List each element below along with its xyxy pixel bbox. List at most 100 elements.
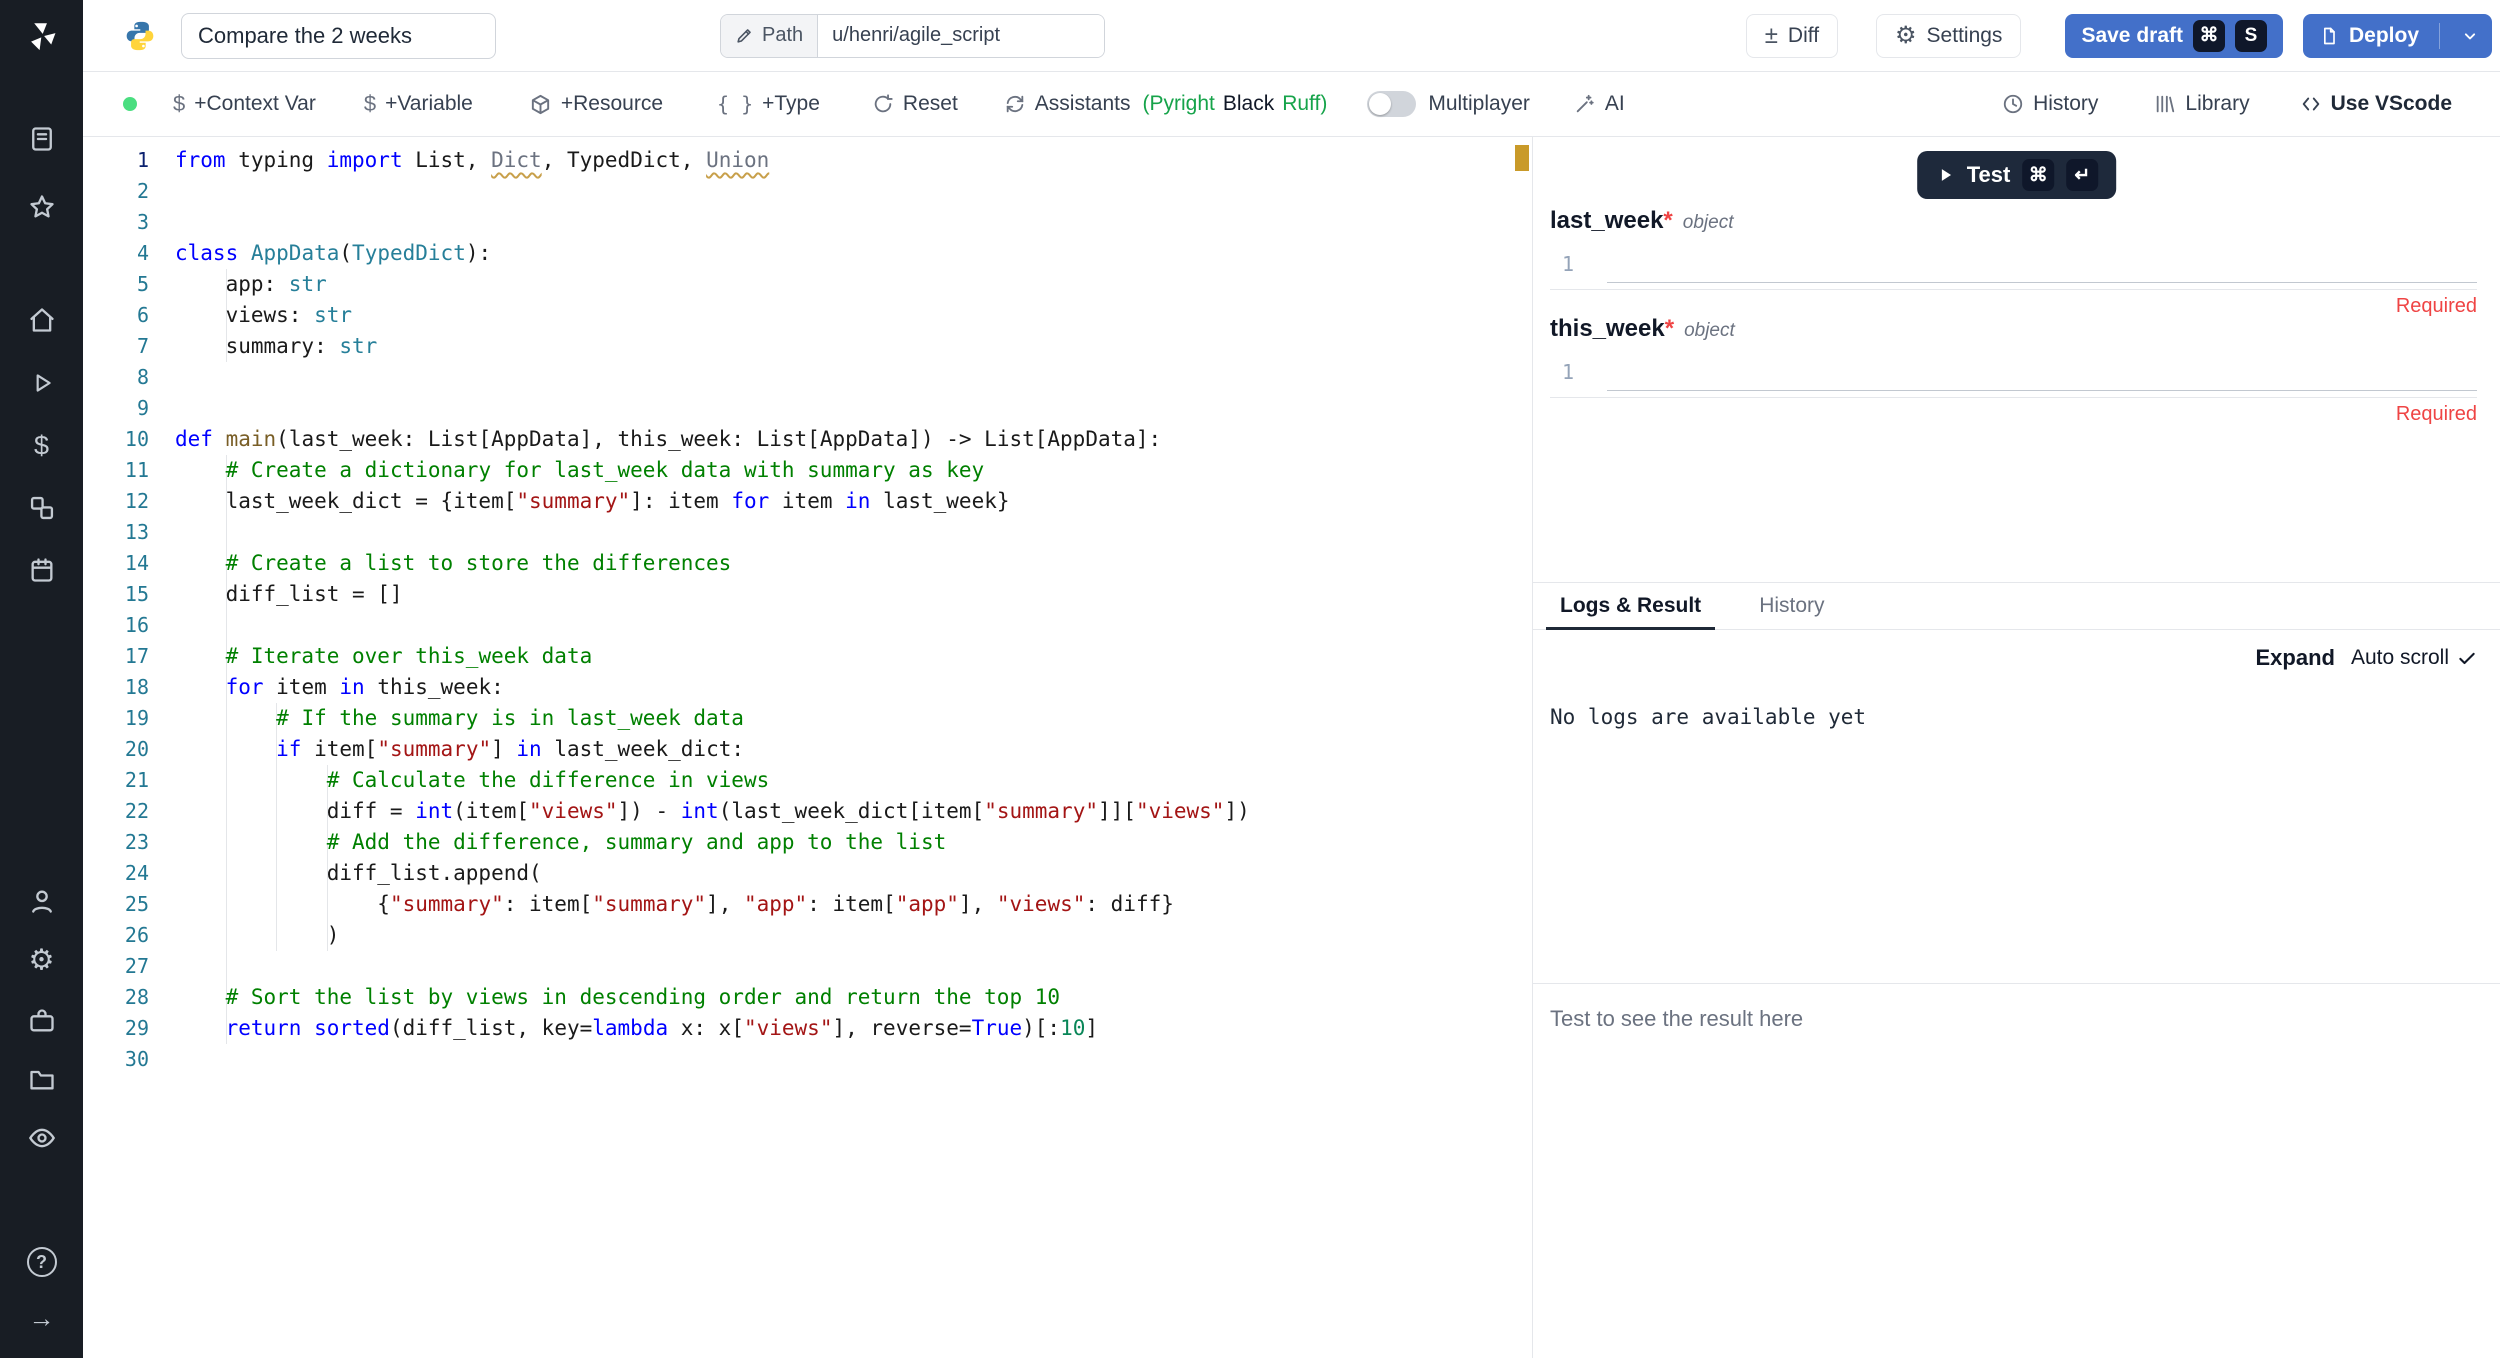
code-line[interactable] xyxy=(175,207,1508,238)
code-line[interactable]: # Create a list to store the differences xyxy=(175,548,1508,579)
required-asterisk: * xyxy=(1663,207,1672,234)
sidebar-item-workers[interactable] xyxy=(28,1007,56,1035)
diff-icon: ± xyxy=(1765,24,1778,48)
overview-ruler xyxy=(1508,137,1532,1358)
python-logo-icon xyxy=(123,19,157,53)
code-line[interactable] xyxy=(175,951,1508,982)
sidebar-item-users[interactable] xyxy=(28,887,56,915)
sidebar-item-audit[interactable] xyxy=(28,1124,56,1152)
ai-button[interactable]: AI xyxy=(1574,92,1625,116)
wand-icon xyxy=(1574,93,1596,115)
code-line[interactable]: from typing import List, Dict, TypedDict… xyxy=(175,145,1508,176)
code-line[interactable]: diff = int(item["views"]) - int(last_wee… xyxy=(175,796,1508,827)
arg-name: this_week xyxy=(1550,315,1665,342)
expand-button[interactable]: Expand xyxy=(2255,645,2334,671)
code-line[interactable]: app: str xyxy=(175,269,1508,300)
linters-status[interactable]: (Pyright Black Ruff) xyxy=(1142,92,1327,116)
assistants-button[interactable]: Assistants xyxy=(1004,92,1131,116)
code-line[interactable]: # Iterate over this_week data xyxy=(175,641,1508,672)
code-line[interactable] xyxy=(175,1044,1508,1075)
code-line[interactable]: for item in this_week: xyxy=(175,672,1508,703)
windmill-logo-icon[interactable] xyxy=(25,19,59,53)
edit-path-button[interactable]: Path xyxy=(721,15,817,57)
code-line[interactable]: class AppData(TypedDict): xyxy=(175,238,1508,269)
line-number: 6 xyxy=(83,300,149,331)
add-variable-button[interactable]: $ +Variable xyxy=(364,92,473,116)
arg-name: last_week xyxy=(1550,207,1663,234)
code-line[interactable] xyxy=(175,393,1508,424)
path-input[interactable] xyxy=(817,15,1104,57)
add-type-button[interactable]: { } +Type xyxy=(717,92,820,116)
arg-type: object xyxy=(1684,317,1735,345)
sidebar-item-home[interactable] xyxy=(28,306,56,334)
top-bar: Path ± Diff ⚙ Settings Save draft ⌘ S De… xyxy=(83,0,2500,72)
logs-tabbar: Logs & Result History xyxy=(1533,583,2500,630)
line-number: 27 xyxy=(83,951,149,982)
arg-header: last_week* object xyxy=(1550,207,2477,237)
save-draft-button[interactable]: Save draft ⌘ S xyxy=(2065,14,2283,58)
deploy-button[interactable]: Deploy xyxy=(2303,14,2492,58)
use-vscode-button[interactable]: Use VScode xyxy=(2300,92,2452,116)
arg-last-week: last_week* object 1 Required xyxy=(1550,207,2477,318)
add-context-var-button[interactable]: $ +Context Var xyxy=(173,92,316,116)
code-line[interactable] xyxy=(175,517,1508,548)
code-line[interactable]: # Create a dictionary for last_week data… xyxy=(175,455,1508,486)
sidebar-item-variables[interactable]: $ xyxy=(34,433,49,460)
test-pane: Test ⌘ ↵ last_week* object 1 xyxy=(1533,137,2500,1358)
line-number: 1 xyxy=(1550,252,1607,276)
code-line[interactable] xyxy=(175,610,1508,641)
sidebar-collapse-button[interactable]: → xyxy=(29,1305,55,1331)
sidebar-item-help[interactable]: ? xyxy=(27,1247,57,1277)
code-line[interactable]: # If the summary is in last_week data xyxy=(175,703,1508,734)
tab-logs-result[interactable]: Logs & Result xyxy=(1546,583,1715,629)
home-icon xyxy=(28,306,56,334)
line-number: 1 xyxy=(1550,360,1607,384)
multiplayer-toggle[interactable] xyxy=(1367,91,1416,117)
arg-input-last-week[interactable] xyxy=(1607,245,2477,283)
line-number: 28 xyxy=(83,982,149,1013)
code-line[interactable]: # Calculate the difference in views xyxy=(175,765,1508,796)
add-resource-button[interactable]: +Resource xyxy=(529,92,663,116)
sidebar-item-folders[interactable] xyxy=(28,1065,56,1093)
chevron-down-icon[interactable] xyxy=(2460,26,2480,46)
code-line[interactable]: ) xyxy=(175,920,1508,951)
code-line[interactable] xyxy=(175,362,1508,393)
sidebar-item-schedules[interactable] xyxy=(28,556,56,584)
script-title-input[interactable] xyxy=(181,13,496,59)
test-button[interactable]: Test ⌘ ↵ xyxy=(1917,151,2117,199)
code-line[interactable]: return sorted(diff_list, key=lambda x: x… xyxy=(175,1013,1508,1044)
tab-history[interactable]: History xyxy=(1745,583,1838,629)
sidebar-item-resources[interactable] xyxy=(28,494,56,522)
code-line[interactable]: summary: str xyxy=(175,331,1508,362)
code-line[interactable]: def main(last_week: List[AppData], this_… xyxy=(175,424,1508,455)
code-line[interactable]: if item["summary"] in last_week_dict: xyxy=(175,734,1508,765)
arg-input-this-week[interactable] xyxy=(1607,353,2477,391)
code-line[interactable]: {"summary": item["summary"], "app": item… xyxy=(175,889,1508,920)
history-button[interactable]: History xyxy=(2002,92,2098,116)
sidebar-item-docs[interactable] xyxy=(28,125,56,153)
reset-button[interactable]: Reset xyxy=(872,92,958,116)
code-line[interactable]: diff_list = [] xyxy=(175,579,1508,610)
sidebar-item-favorites[interactable] xyxy=(28,193,56,221)
code-line[interactable]: # Sort the list by views in descending o… xyxy=(175,982,1508,1013)
sidebar-item-settings[interactable]: ⚙ xyxy=(29,947,55,976)
code-line[interactable]: # Add the difference, summary and app to… xyxy=(175,827,1508,858)
line-number: 29 xyxy=(83,1013,149,1044)
code-line[interactable]: diff_list.append( xyxy=(175,858,1508,889)
settings-button[interactable]: ⚙ Settings xyxy=(1876,14,2021,58)
sidebar-item-runs[interactable] xyxy=(29,370,55,396)
code-line[interactable]: views: str xyxy=(175,300,1508,331)
line-number: 19 xyxy=(83,703,149,734)
code-editor[interactable]: 1234567891011121314151617181920212223242… xyxy=(83,137,1533,1358)
required-label: Required xyxy=(1550,403,2477,426)
code-line[interactable] xyxy=(175,176,1508,207)
sidebar: $ ⚙ ? → xyxy=(0,0,83,1358)
user-icon xyxy=(28,887,56,915)
path-group: Path xyxy=(720,14,1105,58)
library-button[interactable]: Library xyxy=(2154,92,2249,116)
cmd-key-badge: ⌘ xyxy=(2193,20,2225,52)
diff-button[interactable]: ± Diff xyxy=(1746,14,1838,58)
code-line[interactable]: last_week_dict = {item["summary"]: item … xyxy=(175,486,1508,517)
autoscroll-toggle[interactable]: Auto scroll xyxy=(2351,646,2477,670)
section-divider xyxy=(1533,983,2500,984)
